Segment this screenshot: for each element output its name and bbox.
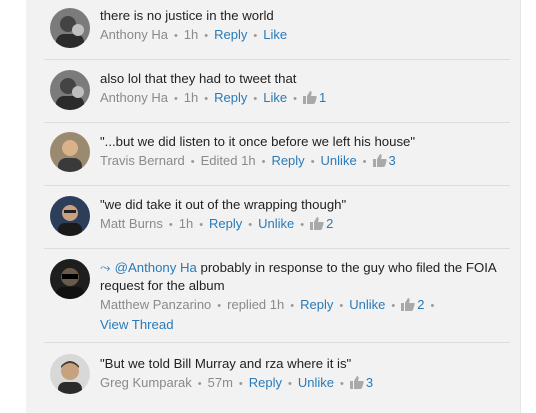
like-count: 1	[318, 90, 327, 105]
thumbs-up-icon	[372, 154, 387, 172]
like-count: 3	[388, 153, 396, 168]
panel-edge	[520, 0, 521, 413]
thumbs-up-icon	[310, 217, 324, 235]
reply-link[interactable]: Reply	[214, 90, 247, 105]
comment: also lol that they had to tweet that Ant…	[100, 70, 510, 109]
timestamp: 57m	[207, 375, 233, 390]
comment: there is no justice in the world Anthony…	[100, 7, 510, 45]
comment-text: "we did take it out of the wrapping thou…	[100, 197, 347, 212]
thumbs-up-icon	[302, 91, 317, 109]
unlike-link[interactable]: Unlike	[321, 153, 357, 168]
reply-link[interactable]: Reply	[249, 375, 282, 390]
avatar[interactable]	[50, 196, 90, 236]
comment-meta: Matt Burns • 1h • Reply • Unlike • 2	[100, 215, 510, 235]
timestamp: 1h	[178, 216, 194, 231]
comment-text: "But we told Bill Murray and rza where i…	[100, 356, 352, 371]
divider	[44, 185, 510, 186]
reply-link[interactable]: Reply	[271, 153, 304, 168]
avatar[interactable]	[50, 132, 90, 172]
view-thread-row: View Thread	[100, 316, 510, 334]
author-name[interactable]: Anthony Ha	[100, 90, 168, 105]
like-link[interactable]: Like	[263, 27, 287, 42]
timestamp: Edited 1h	[200, 153, 256, 168]
avatar[interactable]	[50, 259, 90, 299]
comment-meta: Matthew Panzarino • replied 1h • Reply • Unlik…	[100, 296, 510, 316]
comment: ⤳ @Anthony Ha probably in response to the…	[100, 259, 510, 334]
comment-text: ⤳ @Anthony Ha probably in response to the…	[100, 259, 510, 295]
comment-meta: Travis Bernard • Edited 1h • Reply • Unlike • 3	[100, 152, 510, 172]
mention-link[interactable]: @Anthony Ha	[115, 260, 197, 275]
author-name[interactable]: Travis Bernard	[100, 153, 185, 168]
like-count: 2	[417, 297, 425, 312]
timestamp: 1h	[183, 27, 199, 42]
comment-meta: Anthony Ha • 1h • Reply • Like • 1	[100, 89, 510, 109]
comment: "we did take it out of the wrapping thou…	[100, 196, 510, 235]
comment: "But we told Bill Murray and rza where i…	[100, 355, 510, 394]
avatar[interactable]	[50, 70, 90, 110]
author-name[interactable]: Anthony Ha	[100, 27, 168, 42]
divider	[44, 59, 510, 60]
like-count: 3	[365, 375, 374, 390]
unlike-link[interactable]: Unlike	[298, 375, 334, 390]
reply-arrow-icon: ⤳	[100, 260, 111, 275]
avatar[interactable]	[50, 354, 90, 394]
author-name[interactable]: Matt Burns	[100, 216, 163, 231]
like-count: 2	[326, 216, 334, 231]
view-thread-link[interactable]: View Thread	[100, 317, 174, 332]
comment-meta: Greg Kumparak • 57m • Reply • Unlike • 3	[100, 374, 510, 394]
timestamp: replied 1h	[227, 297, 285, 312]
comment-meta: Anthony Ha • 1h • Reply • Like	[100, 27, 288, 42]
comment-text: "...but we did listen to it once before …	[100, 134, 416, 149]
thumbs-up-icon	[401, 298, 415, 316]
reply-link[interactable]: Reply	[214, 27, 247, 42]
comment-text: there is no justice in the world	[100, 8, 274, 23]
avatar[interactable]	[50, 8, 90, 48]
thumbs-up-icon	[349, 376, 364, 394]
like-link[interactable]: Like	[263, 90, 287, 105]
timestamp: 1h	[183, 90, 199, 105]
comment: "...but we did listen to it once before …	[100, 133, 510, 172]
divider	[44, 122, 510, 123]
reply-link[interactable]: Reply	[300, 297, 333, 312]
unlike-link[interactable]: Unlike	[258, 216, 294, 231]
reply-link[interactable]: Reply	[209, 216, 242, 231]
comment-text: also lol that they had to tweet that	[100, 71, 297, 86]
divider	[44, 248, 510, 249]
divider	[44, 342, 510, 343]
author-name[interactable]: Greg Kumparak	[100, 375, 192, 390]
author-name[interactable]: Matthew Panzarino	[100, 297, 211, 312]
unlike-link[interactable]: Unlike	[349, 297, 385, 312]
